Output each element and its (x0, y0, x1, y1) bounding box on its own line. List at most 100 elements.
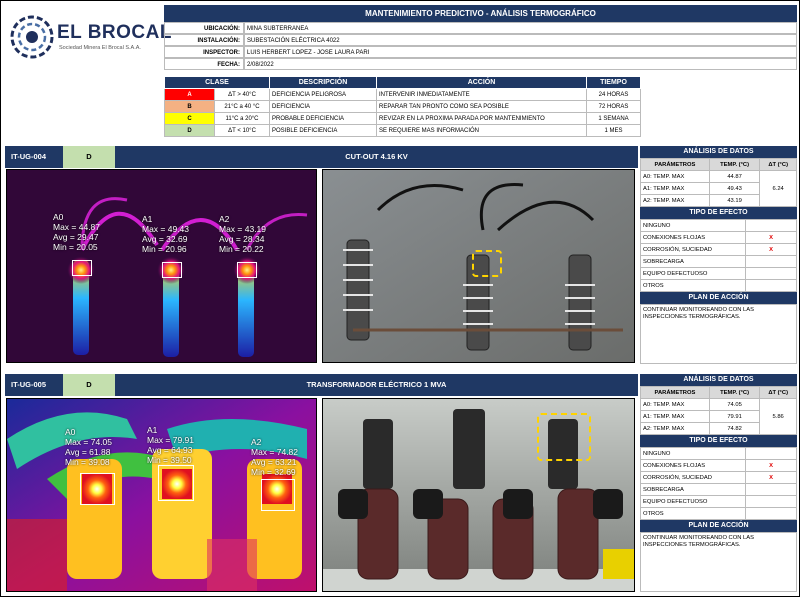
legend-range: ΔT > 40°C (214, 88, 270, 101)
readout-max: Max = 49.43 (142, 224, 190, 234)
effect-label: NINGUNO (640, 447, 746, 460)
analysis-panel: ANÁLISIS DE DATOS PARÁMETROS TEMP. (°C) … (640, 374, 797, 592)
readout-min: Min = 39.08 (65, 457, 110, 467)
measure-box-a1 (162, 262, 182, 278)
legend-class: C (164, 112, 215, 125)
effect-row: CONEXIONES FLOJAS X (640, 459, 797, 472)
readout-avg: Avg = 61.88 (65, 447, 111, 457)
readout-label: A0 (53, 212, 64, 222)
readout-avg: Avg = 32.69 (142, 234, 188, 244)
analysis-row: A0: TEMP. MAX 44.87 6.24 (640, 170, 797, 207)
thermal-readout-a2: A2 Max = 43.19 Avg = 28.34 Min = 20.22 (219, 214, 266, 254)
param-label: A2: TEMP. MAX (640, 422, 710, 435)
legend-class: D (164, 124, 215, 137)
info-label: UBICACIÓN: (164, 22, 244, 34)
legend-time: 24 HORAS (586, 88, 641, 101)
thermal-readout-a0: A0 Max = 44.87 Avg = 29.47 Min = 20.05 (53, 212, 100, 252)
effect-label: CORROSIÓN, SUCIEDAD (640, 471, 746, 484)
plan-header: PLAN DE ACCIÓN (640, 520, 797, 532)
legend-description: PROBABLE DEFICIENCIA (269, 112, 377, 125)
delta-value: 5.86 (759, 398, 797, 435)
legend-description: POSIBLE DEFICIENCIA (269, 124, 377, 137)
company-subtitle: Sociedad Minera El Brocal S.A.A. (59, 45, 141, 51)
section-code: IT-UG-005 (11, 380, 47, 389)
hotspot-highlight (472, 250, 502, 277)
effect-row: OTROS (640, 507, 797, 520)
col-delta: ΔT (°C) (759, 158, 797, 171)
effect-label: NINGUNO (640, 219, 746, 232)
readout-min: Min = 20.96 (142, 244, 187, 254)
measure-box-a2 (261, 479, 295, 511)
param-label: A1: TEMP. MAX (640, 410, 710, 423)
effect-table: NINGUNO CONEXIONES FLOJAS X CORROSIÓN, SU… (640, 447, 797, 520)
legend-description: DEFICIENCIA (269, 100, 377, 113)
effect-mark (745, 507, 797, 520)
legend-action: REVIZAR EN LA PROXIMA PARADA POR MANTENI… (376, 112, 587, 125)
readout-avg: Avg = 29.47 (53, 232, 99, 242)
param-label: A0: TEMP. MAX (640, 170, 710, 183)
readout-label: A1 (142, 214, 153, 224)
readout-max: Max = 44.87 (53, 222, 101, 232)
legend-time: 1 SEMANA (586, 112, 641, 125)
company-name: EL BROCAL (57, 22, 172, 43)
legend-row: A ΔT > 40°C DEFICIENCIA PELIGROSA INTERV… (164, 88, 641, 101)
readout-min: Min = 32.69 (251, 467, 296, 477)
visual-photo (322, 169, 635, 363)
readout-avg: Avg = 28.34 (219, 234, 265, 244)
section-header: IT-UG-004 D CUT-OUT 4.16 KV (5, 146, 638, 168)
effect-row: NINGUNO (640, 447, 797, 460)
effect-row: CONEXIONES FLOJAS X (640, 231, 797, 244)
effect-label: EQUIPO DEFECTUOSO (640, 495, 746, 508)
plan-header: PLAN DE ACCIÓN (640, 292, 797, 304)
legend-action: REPARAR TAN PRONTO COMO SEA POSIBLE (376, 100, 587, 113)
readout-label: A2 (251, 437, 262, 447)
effect-row: CORROSIÓN, SUCIEDAD X (640, 471, 797, 484)
info-value: LUIS HERBERT LOPEZ - JOSE LAURA PARI (244, 46, 797, 58)
param-temp: 74.82 (708, 422, 761, 435)
effect-label: OTROS (640, 279, 746, 292)
effect-label: CORROSIÓN, SUCIEDAD (640, 243, 746, 256)
col-params: PARÁMETROS (640, 158, 710, 171)
legend-header-time: TIEMPO (586, 76, 641, 89)
effect-table: NINGUNO CONEXIONES FLOJAS X CORROSIÓN, SU… (640, 219, 797, 292)
param-temp: 43.19 (708, 194, 761, 207)
effect-label: CONEXIONES FLOJAS (640, 231, 746, 244)
legend-header-class: CLASE (164, 76, 270, 89)
effect-row: NINGUNO (640, 219, 797, 232)
effect-label: CONEXIONES FLOJAS (640, 459, 746, 472)
effect-mark: X (745, 471, 797, 484)
section-class: D (63, 146, 115, 168)
info-value: 2/08/2022 (244, 58, 797, 70)
effect-row: SOBRECARGA (640, 483, 797, 496)
section-header: IT-UG-005 D TRANSFORMADOR ELÉCTRICO 1 MV… (5, 374, 638, 396)
param-temp: 49.43 (708, 182, 761, 195)
readout-max: Max = 43.19 (219, 224, 267, 234)
effect-mark (745, 255, 797, 268)
readout-avg: Avg = 63.21 (251, 457, 297, 467)
measure-box-a0 (80, 473, 115, 505)
readout-max: Max = 74.82 (251, 447, 299, 457)
param-label: A2: TEMP. MAX (640, 194, 710, 207)
legend-range: ΔT < 10°C (214, 124, 270, 137)
company-logo: EL BROCAL Sociedad Minera El Brocal S.A.… (5, 5, 171, 67)
plan-text: CONTINUAR MONITOREANDO CON LAS INSPECCIO… (640, 304, 797, 364)
analysis-header: ANÁLISIS DE DATOS (640, 374, 797, 386)
readout-avg: Avg = 64.93 (147, 445, 193, 455)
effect-header: TIPO DE EFECTO (640, 435, 797, 447)
legend-row: B 21°C a 40 °C DEFICIENCIA REPARAR TAN P… (164, 100, 641, 113)
info-label: FECHA: (164, 58, 244, 70)
section-class: D (63, 374, 115, 396)
measure-box-a0 (72, 260, 92, 276)
info-value: SUBESTACIÓN ELÉCTRICA 4022 (244, 34, 797, 46)
effect-mark (745, 495, 797, 508)
section-title: CUT-OUT 4.16 KV (345, 152, 408, 161)
analysis-panel: ANÁLISIS DE DATOS PARÁMETROS TEMP. (°C) … (640, 146, 797, 364)
effect-mark: X (745, 243, 797, 256)
info-label: INSTALACIÓN: (164, 34, 244, 46)
legend-class: A (164, 88, 215, 101)
legend-range: 21°C a 40 °C (214, 100, 270, 113)
report-title: MANTENIMIENTO PREDICTIVO - ANÁLISIS TERM… (164, 5, 797, 22)
legend-time: 1 MES (586, 124, 641, 137)
legend-row: C 11°C a 20°C PROBABLE DEFICIENCIA REVIZ… (164, 112, 641, 125)
param-label: A1: TEMP. MAX (640, 182, 710, 195)
